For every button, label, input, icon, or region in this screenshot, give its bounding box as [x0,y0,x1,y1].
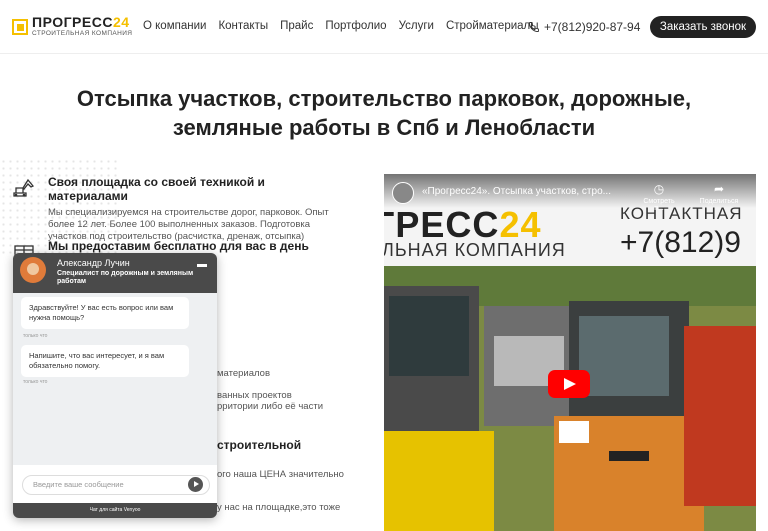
excavator-icon [13,178,35,197]
share-icon: ➦ [713,182,725,196]
video-title[interactable]: «Прогресс24». Отсыпка участков, стро... [422,186,611,197]
clock-icon: ◷ [653,182,665,196]
partial-text: у нас на площадке,это тоже [217,502,341,513]
page-title: Отсыпка участков, строительство парковок… [76,86,692,140]
chat-widget: Александр Лучин Специалист по дорожным и… [13,253,217,518]
chat-message-input[interactable]: Введите ваше сообщение [22,475,210,495]
chat-avatar [20,257,46,283]
phone-icon [529,22,539,32]
video-brand-subtitle: ЛЬНАЯ КОМПАНИЯ [384,240,566,260]
nav-item-materials[interactable]: Стройматериалы [446,20,539,32]
play-button[interactable] [548,370,590,398]
chat-agent-role: Специалист по дорожным и земляным работа… [57,270,194,285]
chat-message: Напишите, что вас интересует, и я вам об… [21,345,189,377]
chat-header: Александр Лучин Специалист по дорожным и… [13,253,217,293]
nav-item-contacts[interactable]: Контакты [218,20,268,32]
feature-own-site: Своя площадка со своей техникой и матери… [48,175,348,243]
header-phone[interactable]: +7(812)920-87-94 [528,20,640,34]
feature-title: Мы предоставим бесплатно для вас в день [48,239,309,253]
chat-message: Здравствуйте! У вас есть вопрос или вам … [21,297,189,329]
main-nav: О компании Контакты Прайс Портфолио Услу… [143,20,539,32]
video-player[interactable]: ГРЕСС24 ЛЬНАЯ КОМПАНИЯ КОНТАКТНАЯ +7(812… [384,174,756,531]
partial-title: строительной [217,438,302,452]
chat-message-time: только что [23,333,48,339]
video-contact-phone: +7(812)9 [620,226,741,259]
feature-text: Мы специализируемся на строительстве дор… [48,207,329,242]
feature-free-offer: Мы предоставим бесплатно для вас в день [48,239,348,253]
chat-message-time: только что [23,379,48,385]
partial-text: рритории либо её части [217,401,323,412]
nav-item-price[interactable]: Прайс [280,20,313,32]
construction-equipment-image [384,266,756,531]
watch-later-button[interactable]: ◷ Смотреть п... [638,182,680,212]
feature-title: Своя площадка со своей техникой и матери… [48,175,265,203]
share-button[interactable]: ➦ Поделиться [698,182,740,205]
nav-item-services[interactable]: Услуги [399,20,434,32]
chat-agent-name: Александр Лучин [57,258,130,268]
minimize-icon[interactable]: ▬ [197,259,207,270]
nav-item-about[interactable]: О компании [143,20,206,32]
partial-text: материалов [217,368,270,379]
logo-mark-icon [12,18,28,35]
site-header: ПРОГРЕСС24 СТРОИТЕЛЬНАЯ КОМПАНИЯ О компа… [0,0,768,54]
channel-avatar[interactable] [392,182,414,204]
send-icon[interactable] [188,477,203,492]
logo-name: ПРОГРЕСС24 [32,14,130,30]
header-phone-number: +7(812)920-87-94 [544,20,641,34]
video-title-bar: «Прогресс24». Отсыпка участков, стро... … [384,174,756,212]
order-call-button[interactable]: Заказать звонок [650,16,756,38]
partial-text: ого наша ЦЕНА значительно [217,469,344,480]
nav-item-portfolio[interactable]: Портфолио [325,20,386,32]
logo[interactable]: ПРОГРЕСС24 СТРОИТЕЛЬНАЯ КОМПАНИЯ [12,14,133,37]
chat-footer[interactable]: Чат для сайта Venyoo [13,503,217,518]
logo-subtitle: СТРОИТЕЛЬНАЯ КОМПАНИЯ [32,30,133,37]
chat-messages: Здравствуйте! У вас есть вопрос или вам … [13,293,217,465]
